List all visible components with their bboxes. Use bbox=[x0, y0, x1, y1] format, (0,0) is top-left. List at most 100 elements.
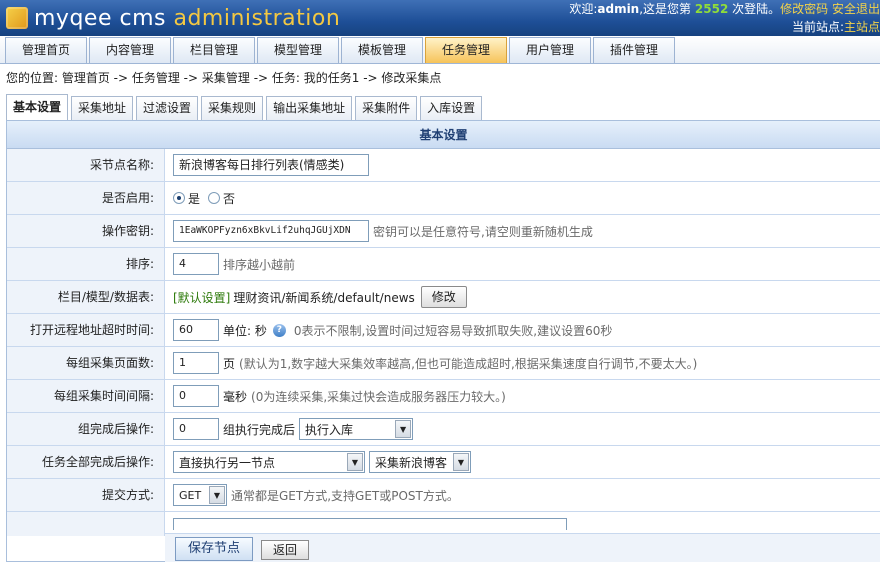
chevron-down-icon: ▼ bbox=[453, 453, 469, 471]
welcome-mid: ,这是您第 bbox=[639, 2, 692, 16]
pages-per-group-tip: (默认为1,数字越大采集效率越高,但也可能造成超时,根据采集速度自行调节,不要太… bbox=[239, 356, 698, 371]
interval-tip: (0为连续采集,采集过快会造成服务器压力较大。) bbox=[251, 389, 506, 404]
extra-label bbox=[7, 512, 165, 536]
timeout-label: 打开远程地址超时时间: bbox=[7, 314, 165, 346]
panel-title: 基本设置 bbox=[7, 121, 880, 149]
row-secret: 操作密钥: 1EaWKOPFyzn6xBkvLif2uhqJGUjXDN 密钥可… bbox=[7, 215, 880, 248]
extra-textarea[interactable] bbox=[173, 518, 567, 530]
node-name-input[interactable]: 新浪博客每日排行列表(情感类) bbox=[173, 154, 369, 176]
sub-tabs: 基本设置 采集地址 过滤设置 采集规则 输出采集地址 采集附件 入库设置 bbox=[6, 94, 485, 120]
sort-label: 排序: bbox=[7, 248, 165, 280]
after-all-label: 任务全部完成后操作: bbox=[7, 446, 165, 478]
row-node-name: 采节点名称: 新浪博客每日排行列表(情感类) bbox=[7, 149, 880, 182]
after-group-text: 组执行完成后 bbox=[223, 422, 296, 437]
nav-plugin[interactable]: 插件管理 bbox=[593, 37, 675, 63]
edit-column-button[interactable]: 修改 bbox=[420, 286, 467, 308]
row-after-group: 组完成后操作: 0 组执行完成后 执行入库 ▼ bbox=[7, 413, 880, 446]
after-all-select[interactable]: 直接执行另一节点 ▼ bbox=[173, 451, 365, 473]
current-site-link[interactable]: 主站点 bbox=[844, 20, 880, 34]
current-site-label: 当前站点: bbox=[791, 20, 844, 34]
after-all-select-value: 直接执行另一节点 bbox=[179, 455, 276, 470]
tab-output-urls[interactable]: 输出采集地址 bbox=[266, 96, 353, 120]
column-path: 理财资讯/新闻系统/default/news bbox=[233, 290, 415, 305]
logo-text: myqee cms administration bbox=[34, 5, 341, 31]
interval-input[interactable]: 0 bbox=[173, 385, 219, 407]
node-name-label: 采节点名称: bbox=[7, 149, 165, 181]
welcome-suffix: 次登陆。 bbox=[732, 2, 781, 16]
help-icon[interactable]: ? bbox=[272, 323, 286, 337]
secret-tip: 密钥可以是任意符号,请空则重新随机生成 bbox=[373, 224, 593, 239]
radio-checked-icon bbox=[173, 192, 185, 204]
logo-icon bbox=[6, 7, 28, 29]
enabled-no-label: 否 bbox=[223, 191, 236, 206]
form-footer: 保存节点 返回 bbox=[165, 533, 880, 562]
after-group-label: 组完成后操作: bbox=[7, 413, 165, 445]
nav-model[interactable]: 模型管理 bbox=[257, 37, 339, 63]
secret-input[interactable]: 1EaWKOPFyzn6xBkvLif2uhqJGUjXDN bbox=[173, 220, 369, 242]
after-group-select-value: 执行入库 bbox=[305, 422, 354, 437]
pages-per-group-label: 每组采集页面数: bbox=[7, 347, 165, 379]
main-nav: 管理首页 内容管理 栏目管理 模型管理 模板管理 任务管理 用户管理 插件管理 bbox=[0, 36, 880, 64]
radio-unchecked-icon bbox=[208, 192, 221, 204]
node-select[interactable]: 采集新浪博客 ▼ bbox=[369, 451, 471, 473]
sort-input[interactable]: 4 bbox=[173, 253, 219, 275]
timeout-tip: 0表示不限制,设置时间过短容易导致抓取失败,建议设置60秒 bbox=[293, 323, 613, 338]
default-setting-tag: [默认设置] bbox=[173, 290, 231, 305]
nav-column[interactable]: 栏目管理 bbox=[173, 37, 255, 63]
back-button[interactable]: 返回 bbox=[261, 540, 309, 560]
row-after-all: 任务全部完成后操作: 直接执行另一节点 ▼ 采集新浪博客 ▼ bbox=[7, 446, 880, 479]
row-pages-per-group: 每组采集页面数: 1 页 (默认为1,数字越大采集效率越高,但也可能造成超时,根… bbox=[7, 347, 880, 380]
submit-method-label: 提交方式: bbox=[7, 479, 165, 511]
after-group-select[interactable]: 执行入库 ▼ bbox=[299, 418, 414, 440]
tab-collect-rules[interactable]: 采集规则 bbox=[201, 96, 264, 120]
submit-method-select[interactable]: GET ▼ bbox=[173, 484, 227, 506]
save-node-button[interactable]: 保存节点 bbox=[175, 537, 253, 561]
nav-task[interactable]: 任务管理 bbox=[425, 37, 507, 63]
row-sort: 排序: 4 排序越小越前 bbox=[7, 248, 880, 281]
nav-content[interactable]: 内容管理 bbox=[89, 37, 171, 63]
enabled-yes-radio[interactable]: 是 bbox=[173, 190, 200, 207]
nav-user[interactable]: 用户管理 bbox=[509, 37, 591, 63]
row-timeout: 打开远程地址超时时间: 60 单位: 秒 ? 0表示不限制,设置时间过短容易导致… bbox=[7, 314, 880, 347]
interval-unit: 毫秒 bbox=[223, 389, 248, 404]
top-header: myqee cms administration 欢迎:admin,这是您第 2… bbox=[0, 0, 880, 36]
row-submit-method: 提交方式: GET ▼ 通常都是GET方式,支持GET或POST方式。 bbox=[7, 479, 880, 512]
column-label: 栏目/模型/数据表: bbox=[7, 281, 165, 313]
sort-tip: 排序越小越前 bbox=[223, 257, 296, 272]
tab-import-settings[interactable]: 入库设置 bbox=[420, 96, 483, 120]
timeout-input[interactable]: 60 bbox=[173, 319, 219, 341]
tab-basic-settings[interactable]: 基本设置 bbox=[6, 94, 69, 120]
enabled-no-radio[interactable]: 否 bbox=[208, 190, 235, 207]
timeout-unit: 单位: 秒 bbox=[223, 323, 267, 338]
welcome-prefix: 欢迎: bbox=[569, 2, 598, 16]
row-column: 栏目/模型/数据表: [默认设置] 理财资讯/新闻系统/default/news… bbox=[7, 281, 880, 314]
login-count: 2552 bbox=[694, 2, 729, 16]
interval-label: 每组采集时间间隔: bbox=[7, 380, 165, 412]
username: admin bbox=[597, 2, 640, 16]
submit-method-tip: 通常都是GET方式,支持GET或POST方式。 bbox=[231, 488, 459, 503]
node-select-value: 采集新浪博客 bbox=[375, 455, 448, 470]
enabled-label: 是否启用: bbox=[7, 182, 165, 214]
pages-per-group-input[interactable]: 1 bbox=[173, 352, 219, 374]
logo: myqee cms administration bbox=[0, 0, 340, 36]
chevron-down-icon: ▼ bbox=[209, 486, 225, 504]
settings-panel: 基本设置 采节点名称: 新浪博客每日排行列表(情感类) 是否启用: 是 否 操作… bbox=[6, 120, 880, 562]
tab-collect-urls[interactable]: 采集地址 bbox=[71, 96, 134, 120]
nav-template[interactable]: 模板管理 bbox=[341, 37, 423, 63]
tab-attachments[interactable]: 采集附件 bbox=[355, 96, 418, 120]
current-site-line: 当前站点:主站点 bbox=[792, 18, 880, 35]
logout-link[interactable]: 安全退出 bbox=[832, 2, 880, 16]
secret-label: 操作密钥: bbox=[7, 215, 165, 247]
tab-filter-settings[interactable]: 过滤设置 bbox=[136, 96, 199, 120]
enabled-yes-label: 是 bbox=[188, 191, 201, 206]
row-enabled: 是否启用: 是 否 bbox=[7, 182, 880, 215]
submit-method-value: GET bbox=[179, 488, 202, 502]
chevron-down-icon: ▼ bbox=[347, 453, 363, 471]
pages-unit: 页 bbox=[223, 356, 236, 371]
welcome-line: 欢迎:admin,这是您第 2552 次登陆。修改密码 安全退出 bbox=[569, 0, 880, 17]
chevron-down-icon: ▼ bbox=[395, 420, 412, 438]
nav-home[interactable]: 管理首页 bbox=[5, 37, 87, 63]
breadcrumb: 您的位置: 管理首页 -> 任务管理 -> 采集管理 -> 任务: 我的任务1 … bbox=[6, 71, 442, 85]
after-group-input[interactable]: 0 bbox=[173, 418, 219, 440]
change-password-link[interactable]: 修改密码 bbox=[780, 2, 828, 16]
